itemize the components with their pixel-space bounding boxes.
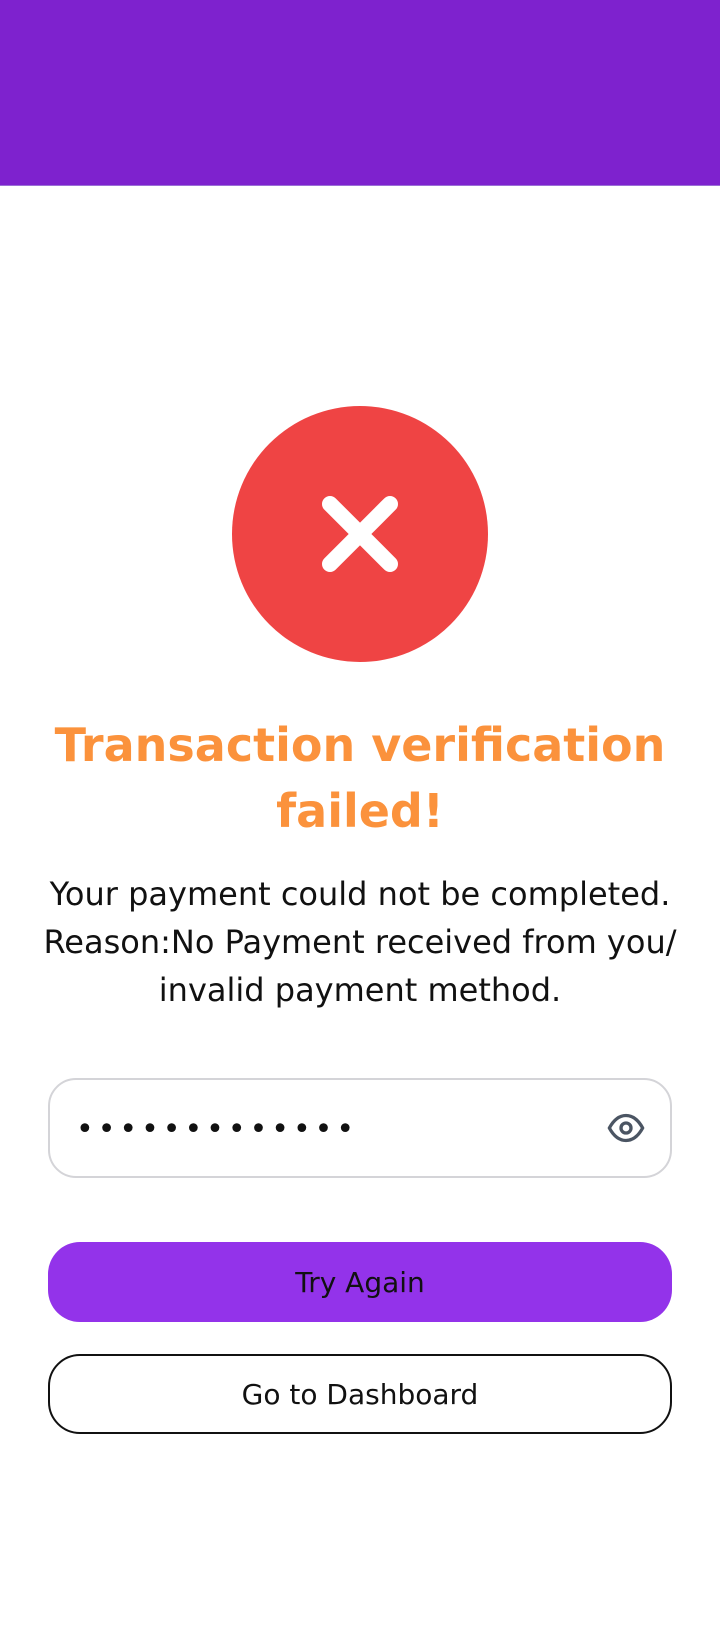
password-field[interactable] (48, 1078, 672, 1178)
eye-icon (607, 1113, 645, 1143)
failure-message: Your payment could not be completed. Rea… (40, 870, 680, 1014)
failure-message-line: invalid payment method. (158, 971, 562, 1009)
payment-failed-screen: Transaction verification failed! Your pa… (0, 0, 720, 1640)
header-bar (0, 0, 720, 186)
error-status-circle (232, 406, 488, 662)
try-again-button[interactable]: Try Again (48, 1242, 672, 1322)
close-icon (322, 496, 398, 572)
failure-message-line: Reason:No Payment received from you/ (43, 923, 677, 961)
go-to-dashboard-button[interactable]: Go to Dashboard (48, 1354, 672, 1434)
password-input[interactable] (76, 1102, 576, 1156)
page-title: Transaction verification failed! (54, 718, 666, 838)
show-password-toggle[interactable] (604, 1106, 648, 1150)
failure-message-line: Your payment could not be completed. (49, 875, 671, 913)
